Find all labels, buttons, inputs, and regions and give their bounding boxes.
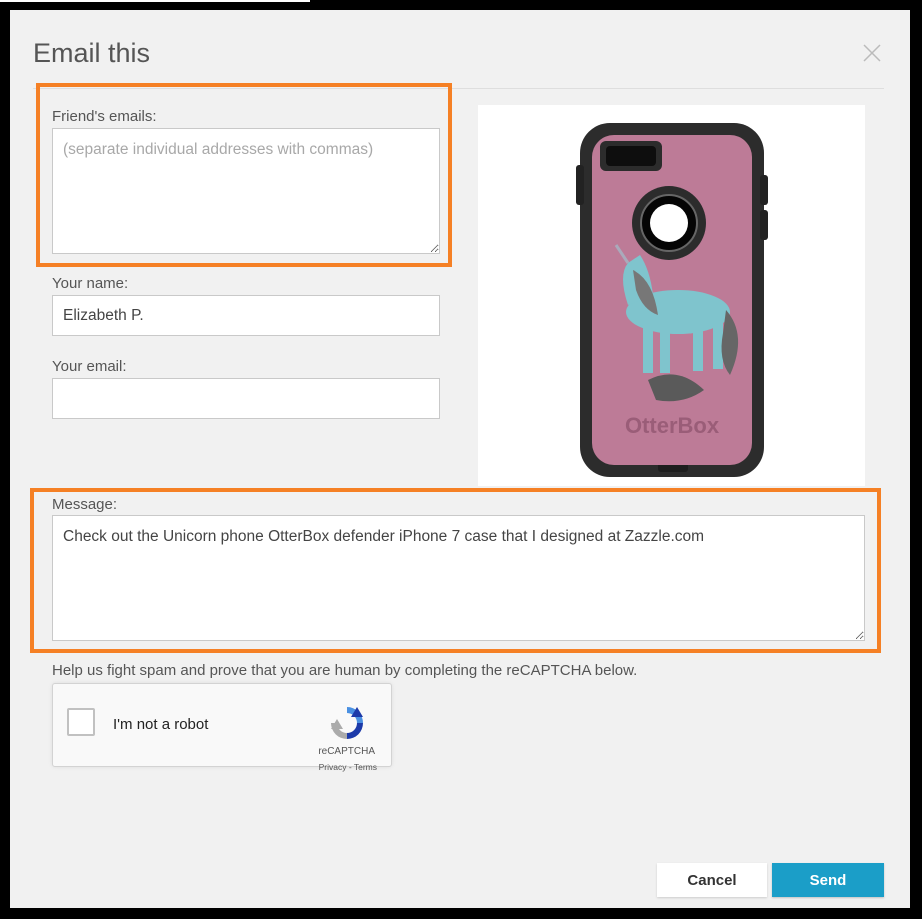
your-name-label: Your name:: [52, 275, 129, 292]
your-email-field[interactable]: [52, 378, 440, 419]
close-icon[interactable]: [859, 40, 885, 66]
captcha-help-text: Help us fight spam and prove that you ar…: [52, 662, 638, 679]
recaptcha-brand: reCAPTCHA: [318, 746, 375, 757]
send-button[interactable]: Send: [772, 863, 884, 897]
your-name-field[interactable]: [52, 295, 440, 336]
recaptcha-logo-icon: [331, 707, 363, 739]
message-field[interactable]: Check out the Unicorn phone OtterBox def…: [52, 515, 865, 641]
cancel-button[interactable]: Cancel: [657, 863, 767, 897]
recaptcha-label: I'm not a robot: [113, 716, 209, 733]
email-dialog: Email this Friend's emails: Your name: Y…: [10, 10, 910, 908]
friends-emails-label: Friend's emails:: [52, 108, 157, 125]
phone-case-image: OtterBox: [576, 123, 768, 477]
message-label: Message:: [52, 496, 118, 513]
recaptcha-privacy-terms-link[interactable]: Privacy - Terms: [319, 762, 377, 772]
product-image: OtterBox: [478, 105, 865, 486]
friends-emails-field[interactable]: [52, 128, 440, 254]
header-divider: [33, 88, 884, 89]
dialog-title: Email this: [33, 38, 151, 68]
your-email-label: Your email:: [52, 358, 127, 375]
otterbox-logo: OtterBox: [625, 413, 720, 438]
recaptcha-checkbox[interactable]: [67, 708, 95, 736]
recaptcha-widget: I'm not a robot reCAPTCHA Privacy - Term…: [52, 683, 392, 772]
top-strip: [0, 0, 310, 2]
